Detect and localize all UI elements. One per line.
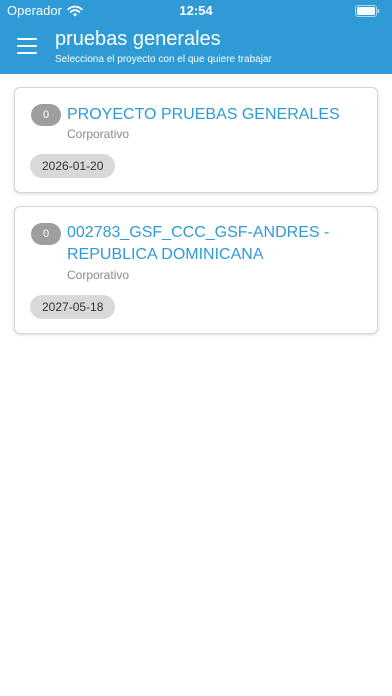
project-name[interactable]: PROYECTO PRUEBAS GENERALES bbox=[67, 104, 357, 126]
status-bar: Operador 12:54 bbox=[0, 0, 392, 20]
status-time: 12:54 bbox=[179, 3, 213, 18]
page-subtitle: Selecciona el proyecto con el que quiere… bbox=[55, 54, 272, 65]
date-chip: 2027-05-18 bbox=[30, 295, 116, 319]
hamburger-menu-icon[interactable] bbox=[17, 38, 37, 54]
project-list: 0 PROYECTO PRUEBAS GENERALES Corporativo… bbox=[0, 74, 392, 696]
project-type: Corporativo bbox=[67, 127, 130, 141]
battery-icon bbox=[355, 5, 380, 17]
page-title: pruebas generales bbox=[55, 28, 221, 50]
count-badge: 0 bbox=[31, 104, 61, 126]
count-badge: 0 bbox=[31, 223, 61, 245]
project-card[interactable]: 0 PROYECTO PRUEBAS GENERALES Corporativo… bbox=[14, 87, 378, 193]
project-name[interactable]: 002783_GSF_CCC_GSF-ANDRES - REPUBLICA DO… bbox=[67, 222, 357, 266]
project-card[interactable]: 0 002783_GSF_CCC_GSF-ANDRES - REPUBLICA … bbox=[14, 206, 378, 334]
project-type: Corporativo bbox=[67, 268, 130, 282]
date-chip: 2026-01-20 bbox=[30, 154, 116, 178]
app-header: Operador 12:54 pruebas generales Selecci… bbox=[0, 0, 392, 74]
